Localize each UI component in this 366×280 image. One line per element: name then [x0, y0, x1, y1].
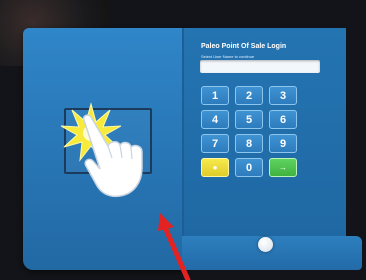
- key-3[interactable]: 3: [269, 86, 297, 105]
- login-prompt: Select User Name to continue: [201, 54, 255, 59]
- pos-terminal-photo: Paleo Point Of Sale Login Select User Na…: [0, 0, 366, 280]
- enter-key[interactable]: →: [269, 158, 297, 177]
- key-8[interactable]: 8: [235, 134, 263, 153]
- tap-hand-icon: [82, 114, 143, 198]
- key-4[interactable]: 4: [201, 110, 229, 129]
- key-7[interactable]: 7: [201, 134, 229, 153]
- login-title: Paleo Point Of Sale Login: [201, 43, 287, 50]
- enter-arrow-icon: →: [279, 163, 287, 172]
- key-5[interactable]: 5: [235, 110, 263, 129]
- username-field[interactable]: [200, 60, 320, 73]
- home-button[interactable]: [258, 237, 273, 252]
- clear-key[interactable]: ●: [201, 158, 229, 177]
- key-2[interactable]: 2: [235, 86, 263, 105]
- key-1[interactable]: 1: [201, 86, 229, 105]
- key-0[interactable]: 0: [235, 158, 263, 177]
- pointer-arrow-icon: [158, 213, 191, 280]
- key-6[interactable]: 6: [269, 110, 297, 129]
- clear-icon: ●: [212, 163, 218, 172]
- numeric-keypad: 1 2 3 4 5 6 7 8 9 ● 0 →: [201, 86, 297, 177]
- key-9[interactable]: 9: [269, 134, 297, 153]
